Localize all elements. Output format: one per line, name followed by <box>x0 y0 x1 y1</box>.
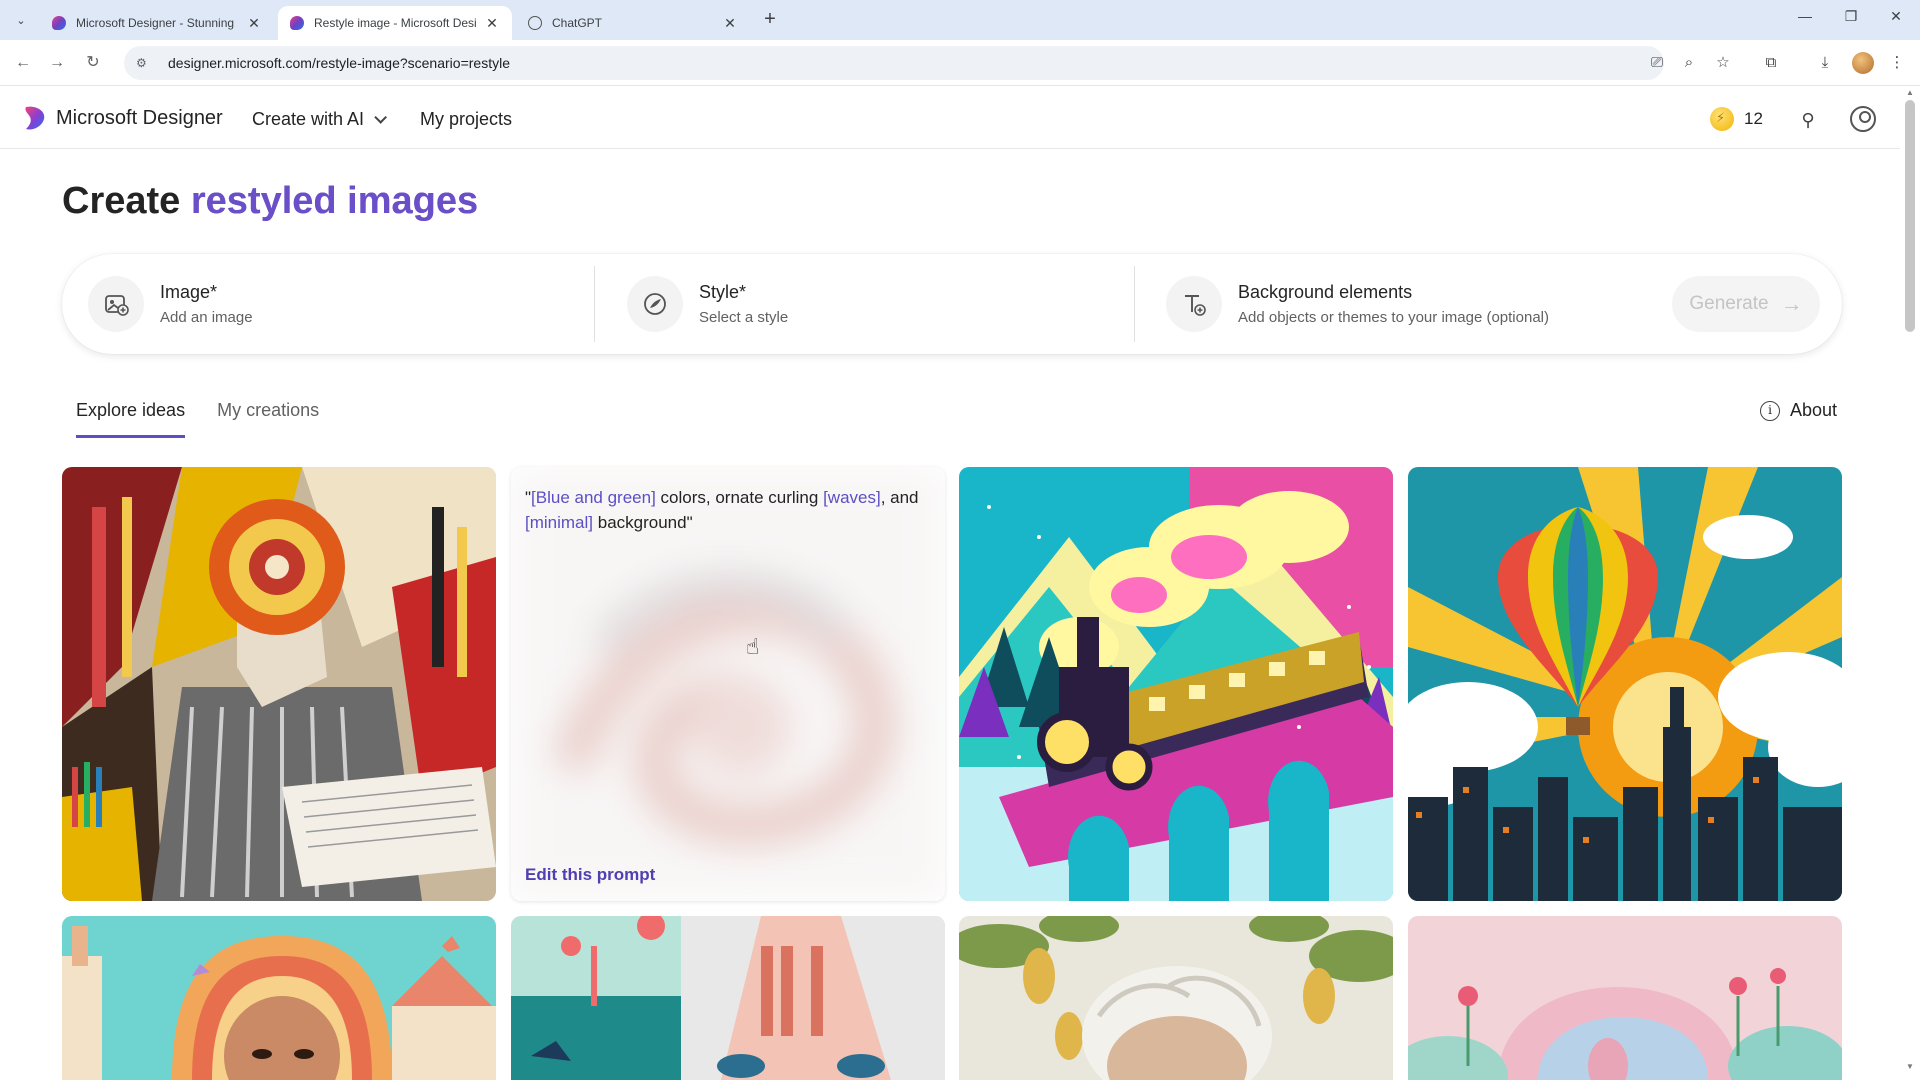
add-text-element-icon <box>1166 276 1222 332</box>
create-with-ai-label: Create with AI <box>252 109 365 129</box>
idea-card-papercraft-elder[interactable] <box>959 916 1393 1080</box>
add-image-icon <box>88 276 144 332</box>
info-icon: i <box>1760 400 1780 421</box>
back-icon[interactable]: ← <box>12 52 34 74</box>
image-segment-title: Image* <box>160 282 218 302</box>
popart-train-image <box>959 467 1393 901</box>
restore-icon[interactable]: ❐ <box>1841 8 1861 25</box>
prompt-fragment: background" <box>593 513 693 532</box>
tab-close-icon[interactable]: ✕ <box>246 15 262 32</box>
reload-icon[interactable]: ↻ <box>82 52 104 74</box>
gallery-tabs: Explore ideas My creations <box>76 400 351 438</box>
minimize-icon[interactable]: — <box>1795 8 1815 24</box>
forward-icon[interactable]: → <box>46 52 68 74</box>
segment-divider <box>1134 266 1135 342</box>
scroll-up-icon[interactable]: ▲ <box>1906 88 1914 97</box>
pastel-landscape-image <box>1408 916 1842 1080</box>
url-omnibox[interactable]: ⚙ designer.microsoft.com/restyle-image?s… <box>124 46 1664 80</box>
background-elements-picker[interactable]: Background elements Add objects or theme… <box>1166 272 1549 336</box>
browser-menu-icon[interactable]: ⋮ <box>1886 52 1908 74</box>
prompt-fragment: colors, ornate curling <box>655 488 824 507</box>
tab-title: Microsoft Designer - Stunning <box>76 16 235 30</box>
designer-logo-icon[interactable] <box>22 105 46 131</box>
extensions-icon[interactable]: ⧉ <box>1760 52 1782 74</box>
boost-credits[interactable]: 12 <box>1710 107 1763 131</box>
prompt-placeholder[interactable]: [minimal] <box>525 513 593 532</box>
tab-close-icon[interactable]: ✕ <box>484 15 500 32</box>
prompt-placeholder[interactable]: [Blue and green] <box>531 488 656 507</box>
idea-card-popart-train[interactable] <box>959 467 1393 901</box>
title-highlight: restyled images <box>190 180 479 222</box>
style-palette-icon <box>627 276 683 332</box>
browser-profile-avatar[interactable] <box>1852 52 1874 74</box>
idea-card-geometric-face[interactable] <box>511 916 945 1080</box>
tab-search-icon[interactable]: ⌄ <box>10 9 32 31</box>
segment-divider <box>594 266 595 342</box>
downloads-icon[interactable]: ⤓ <box>1814 52 1836 74</box>
image-segment-subtitle: Add an image <box>160 309 253 326</box>
background-segment-subtitle: Add objects or themes to your image (opt… <box>1238 309 1549 326</box>
edit-prompt-link[interactable]: Edit this prompt <box>525 865 655 885</box>
site-info-icon[interactable]: ⚙ <box>136 56 152 70</box>
image-picker[interactable]: Image* Add an image <box>88 272 253 336</box>
browser-tab-strip: ⌄ Microsoft Designer - Stunning ✕ Restyl… <box>0 0 1920 40</box>
new-tab-button[interactable]: + <box>758 8 782 32</box>
browser-tab-restyle[interactable]: Restyle image - Microsoft Desi ✕ <box>278 6 512 40</box>
boost-coin-icon <box>1710 107 1734 131</box>
geometric-face-image <box>511 916 945 1080</box>
url-text[interactable]: designer.microsoft.com/restyle-image?sce… <box>168 55 510 71</box>
account-icon[interactable] <box>1850 106 1876 132</box>
papercraft-elder-image <box>959 916 1393 1080</box>
arrow-right-icon: → <box>1780 291 1803 316</box>
chatgpt-favicon-icon <box>528 16 542 30</box>
scroll-down-icon[interactable]: ▼ <box>1906 1062 1914 1071</box>
style-picker[interactable]: Style* Select a style <box>627 272 788 336</box>
title-prefix: Create <box>62 180 181 222</box>
tab-title: Restyle image - Microsoft Desi <box>314 16 477 30</box>
app-header: Microsoft Designer Create with AI My pro… <box>0 87 1900 149</box>
window-close-icon[interactable]: ✕ <box>1886 8 1906 25</box>
idea-card-pastel-landscape[interactable] <box>1408 916 1842 1080</box>
designer-favicon-icon <box>52 16 66 30</box>
cubist-reader-image <box>62 467 496 901</box>
idea-card-popart-balloon[interactable] <box>1408 467 1842 901</box>
create-with-ai-menu[interactable]: Create with AI <box>252 109 388 130</box>
my-projects-link[interactable]: My projects <box>420 109 512 130</box>
chevron-down-icon <box>374 111 388 124</box>
prompt-placeholder[interactable]: [waves] <box>823 488 881 507</box>
page-title: Create restyled images <box>62 180 478 223</box>
browser-tab-chatgpt[interactable]: ChatGPT ✕ <box>516 6 750 40</box>
popart-balloon-image <box>1408 467 1842 901</box>
idea-card-cubist-reader[interactable] <box>62 467 496 901</box>
about-label: About <box>1790 400 1838 420</box>
idea-card-prompt[interactable]: "[Blue and green] colors, ornate curling… <box>511 467 945 901</box>
brand-name[interactable]: Microsoft Designer <box>56 107 223 130</box>
zoom-icon[interactable]: ⌕ <box>1678 52 1700 74</box>
papercraft-woman-image <box>62 916 496 1080</box>
browser-tab-designer-home[interactable]: Microsoft Designer - Stunning ✕ <box>40 6 274 40</box>
tab-my-creations[interactable]: My creations <box>217 400 319 438</box>
tab-title: ChatGPT <box>552 16 603 30</box>
generate-label: Generate <box>1689 293 1769 314</box>
prompt-fragment: , and <box>880 488 919 507</box>
address-bar: ← → ↻ ⚙ designer.microsoft.com/restyle-i… <box>0 40 1920 86</box>
prompt-text: "[Blue and green] colors, ornate curling… <box>525 485 931 535</box>
page-scrollbar[interactable] <box>1905 100 1915 332</box>
tab-explore-ideas[interactable]: Explore ideas <box>76 400 186 438</box>
idea-card-papercraft-woman[interactable] <box>62 916 496 1080</box>
bookmark-star-icon[interactable]: ☆ <box>1712 52 1734 74</box>
share-icon[interactable]: ⚲ <box>1795 107 1821 133</box>
generate-button[interactable]: Generate → <box>1672 276 1820 332</box>
credits-count: 12 <box>1744 109 1763 128</box>
install-app-icon[interactable]: ⎚ <box>1646 52 1668 74</box>
about-button[interactable]: i About <box>1760 400 1837 421</box>
mouse-pointer-icon: ☝ <box>746 634 760 659</box>
style-segment-subtitle: Select a style <box>699 309 789 326</box>
designer-favicon-icon <box>290 16 304 30</box>
background-segment-title: Background elements <box>1238 282 1413 302</box>
restyle-input-panel: Image* Add an image Style* Select a styl… <box>62 254 1842 354</box>
style-segment-title: Style* <box>699 282 747 302</box>
tab-close-icon[interactable]: ✕ <box>722 15 738 32</box>
